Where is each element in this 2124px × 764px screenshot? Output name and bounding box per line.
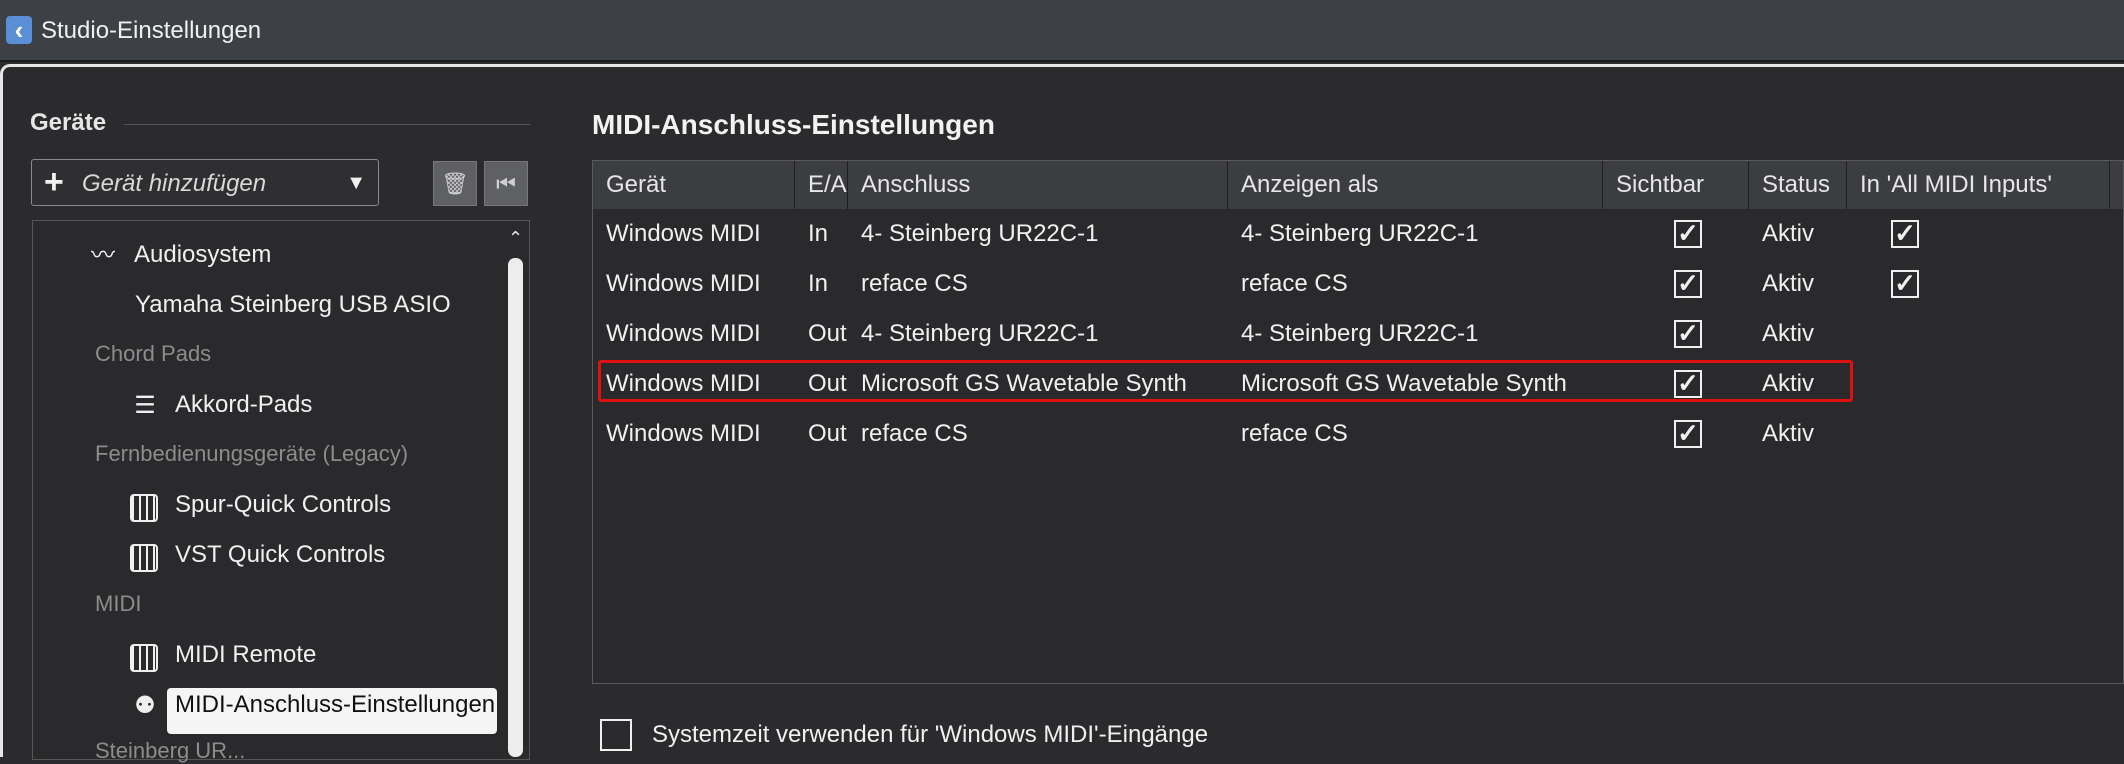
trash-icon: 🗑 — [441, 171, 469, 196]
visible-checkbox[interactable]: ✓ — [1674, 370, 1702, 398]
cell-port: Microsoft GS Wavetable Synth — [861, 370, 1187, 397]
divider — [124, 124, 530, 125]
cell-show-as[interactable]: 4- Steinberg UR22C-1 — [1228, 209, 1478, 259]
plus-icon: + — [44, 163, 64, 201]
cell-io: Out — [808, 420, 847, 447]
audio-wave-icon: 〰 — [91, 242, 115, 269]
all-midi-inputs-checkbox[interactable]: ✓ — [1891, 270, 1919, 298]
title-bar: ‹ Studio-Einstellungen — [0, 0, 2124, 62]
table-row[interactable]: Windows MIDI In 4- Steinberg UR22C-1 4- Ste… — [593, 209, 2123, 259]
cell-show-as[interactable]: reface CS — [1228, 259, 1348, 309]
cell-status: Aktiv — [1762, 270, 1815, 297]
tree-item[interactable]: Yamaha Steinberg USB ASIO — [135, 291, 451, 319]
visible-checkbox[interactable]: ✓ — [1674, 270, 1702, 298]
add-device-label: Gerät hinzufügen — [82, 170, 267, 197]
reset-button[interactable]: ⏮ — [484, 161, 528, 206]
dropdown-arrow-icon: ▼ — [346, 172, 366, 194]
cell-device: Windows MIDI — [606, 270, 761, 297]
cell-port: 4- Steinberg UR22C-1 — [861, 220, 1099, 247]
cell-device: Windows MIDI — [606, 320, 761, 347]
table-row[interactable]: Windows MIDI Out 4- Steinberg UR22C-1 4- St… — [593, 309, 2123, 359]
tree-item[interactable]: Audiosystem — [134, 241, 271, 269]
tree-item[interactable]: Akkord-Pads — [175, 391, 312, 419]
rewind-icon: ⏮ — [496, 171, 516, 196]
midi-port-icon: ⚉ — [134, 692, 156, 719]
piano-icon — [130, 544, 158, 572]
cell-status: Aktiv — [1762, 370, 1815, 397]
column-header[interactable]: Status — [1749, 161, 1847, 209]
visible-checkbox[interactable]: ✓ — [1674, 320, 1702, 348]
column-header[interactable]: In 'All MIDI Inputs' — [1847, 161, 2110, 209]
all-midi-inputs-checkbox[interactable]: ✓ — [1891, 220, 1919, 248]
midi-ports-table: Gerät E/A Anschluss Anzeigen als Sichtbar Sta… — [592, 160, 2124, 684]
column-header[interactable]: Anschluss — [848, 161, 1228, 209]
add-device-dropdown[interactable]: + Gerät hinzufügen ▼ — [31, 159, 379, 206]
tree-category: Chord Pads — [95, 341, 212, 366]
table-row[interactable]: Windows MIDI In reface CS reface CS Aktiv ✓ ✓ — [593, 259, 2123, 309]
cell-io: In — [808, 220, 829, 247]
visible-checkbox[interactable]: ✓ — [1674, 220, 1702, 248]
scroll-up-icon[interactable]: ⌃ — [508, 228, 523, 249]
cell-status: Aktiv — [1762, 420, 1815, 447]
column-header[interactable]: Gerät — [593, 161, 795, 209]
piano-icon — [130, 494, 158, 522]
devices-header: Geräte — [30, 109, 107, 136]
cell-show-as[interactable]: 4- Steinberg UR22C-1 — [1228, 309, 1478, 359]
piano-icon — [130, 644, 158, 672]
column-header[interactable]: E/A — [795, 161, 848, 209]
cell-status: Aktiv — [1762, 220, 1815, 247]
delete-button[interactable]: 🗑 — [433, 161, 477, 206]
table-header: Gerät E/A Anschluss Anzeigen als Sichtbar Sta… — [593, 161, 2123, 209]
cubase-logo-icon: ‹ — [6, 16, 32, 44]
cell-io: Out — [808, 370, 847, 397]
cell-device: Windows MIDI — [606, 420, 761, 447]
page-title: MIDI-Anschluss-Einstellungen — [592, 109, 995, 140]
cell-io: Out — [808, 320, 847, 347]
table-row[interactable]: Windows MIDI Out reface CS reface CS Aktiv ✓ — [593, 409, 2123, 459]
tree-category: Steinberg UR... — [95, 738, 246, 763]
tree-item[interactable]: MIDI Remote — [175, 641, 316, 669]
cell-status: Aktiv — [1762, 320, 1815, 347]
tree-item[interactable]: Spur-Quick Controls — [175, 491, 391, 519]
tree-item[interactable]: MIDI-Anschluss-Einstellungen — [175, 691, 495, 719]
sliders-icon: ☰ — [134, 392, 156, 419]
system-time-label: Systemzeit verwenden für 'Windows MIDI'-… — [652, 721, 1209, 748]
cell-port: reface CS — [861, 420, 968, 447]
tree-category: MIDI — [95, 591, 142, 616]
cell-device: Windows MIDI — [606, 220, 761, 247]
column-header[interactable]: Anzeigen als — [1228, 161, 1603, 209]
tree-category: Fernbedienungsgeräte (Legacy) — [95, 441, 409, 466]
tree-item[interactable]: VST Quick Controls — [175, 541, 385, 569]
cell-device: Windows MIDI — [606, 370, 761, 397]
window-title: Studio-Einstellungen — [41, 17, 262, 44]
cell-io: In — [808, 270, 829, 297]
cell-show-as[interactable]: Microsoft GS Wavetable Synth — [1228, 359, 1567, 409]
cell-show-as[interactable]: reface CS — [1228, 409, 1348, 459]
cell-port: 4- Steinberg UR22C-1 — [861, 320, 1099, 347]
table-row[interactable]: Windows MIDI Out Microsoft GS Wavetable Sy… — [593, 359, 2123, 409]
column-header[interactable]: Sichtbar — [1603, 161, 1749, 209]
system-time-checkbox[interactable] — [600, 719, 632, 751]
visible-checkbox[interactable]: ✓ — [1674, 420, 1702, 448]
cell-port: reface CS — [861, 270, 968, 297]
scroll-thumb[interactable] — [508, 258, 523, 757]
